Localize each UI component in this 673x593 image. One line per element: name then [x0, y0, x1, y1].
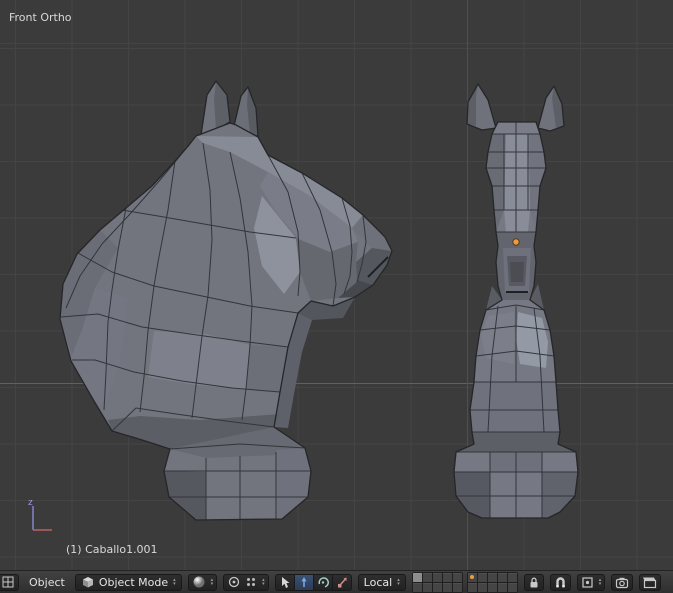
orientation-dropdown[interactable]: Local ▴▾: [358, 574, 406, 591]
align-icon: [245, 576, 257, 588]
dropdown-arrows-icon: ▴▾: [397, 578, 400, 586]
object-menu[interactable]: Object: [25, 576, 69, 589]
viewport-header: Object Object Mode ▴▾ ▴▾: [0, 570, 673, 593]
manipulator-hand-icon: [279, 576, 291, 589]
object-origin-dot: [513, 239, 519, 245]
render-still-button[interactable]: [611, 574, 633, 591]
translate-icon: [298, 576, 310, 589]
lock-button[interactable]: [524, 574, 544, 591]
layer-cell[interactable]: [443, 583, 452, 592]
layer-cell[interactable]: [488, 573, 497, 582]
snap-element-icon: [581, 576, 594, 589]
dropdown-arrows-icon: ▴▾: [173, 578, 176, 586]
layer-cell[interactable]: [468, 573, 477, 582]
dropdown-arrows-icon: ▴▾: [211, 578, 214, 586]
mode-dropdown-label: Object Mode: [99, 576, 168, 589]
snap-magnet-button[interactable]: [550, 574, 571, 591]
layer-cell[interactable]: [413, 583, 422, 592]
lock-icon: [528, 576, 540, 589]
layer-cell[interactable]: [478, 583, 487, 592]
layer-cell[interactable]: [468, 583, 477, 592]
render-anim-button[interactable]: [639, 574, 661, 591]
shading-sphere-icon: [192, 575, 206, 589]
layer-cell[interactable]: [478, 573, 487, 582]
layers-group: [467, 572, 518, 593]
axis-z-label: z: [28, 498, 33, 508]
layer-cell[interactable]: [498, 583, 507, 592]
layer-cell[interactable]: [433, 583, 442, 592]
layers-group: [412, 572, 463, 593]
layer-cell[interactable]: [453, 573, 462, 582]
layer-cell[interactable]: [423, 573, 432, 582]
layer-cell[interactable]: [453, 583, 462, 592]
layer-cell[interactable]: [508, 583, 517, 592]
pivot-icon: [227, 575, 241, 589]
rotate-icon: [317, 576, 329, 589]
translate-manipulator-button[interactable]: [295, 574, 314, 591]
rotate-manipulator-button[interactable]: [314, 574, 333, 591]
layer-cell[interactable]: [443, 573, 452, 582]
render-still-icon: [615, 576, 629, 589]
layer-cell[interactable]: [498, 573, 507, 582]
shading-dropdown[interactable]: ▴▾: [188, 574, 218, 591]
view-label: Front Ortho: [9, 11, 72, 24]
snap-element-dropdown[interactable]: ▴▾: [577, 574, 606, 591]
scene-meshes: [0, 0, 673, 570]
orientation-dropdown-label: Local: [364, 576, 393, 589]
layer-cell[interactable]: [433, 573, 442, 582]
dropdown-arrows-icon: ▴▾: [599, 578, 602, 586]
pivot-dropdown[interactable]: ▴▾: [223, 574, 269, 591]
viewport-3d[interactable]: Front Ortho z (1) Caballo1.001: [0, 0, 673, 570]
mini-axis-gizmo: z: [18, 496, 58, 540]
layer-cell[interactable]: [423, 583, 432, 592]
horse-head-side-mesh[interactable]: [60, 81, 392, 520]
magnet-icon: [554, 576, 567, 589]
dropdown-arrows-icon: ▴▾: [262, 578, 265, 586]
layers-widget: [412, 572, 518, 593]
editor-type-button[interactable]: [0, 574, 19, 591]
scale-manipulator-button[interactable]: [333, 574, 352, 591]
scale-icon: [336, 576, 348, 589]
mode-cube-icon: [81, 575, 95, 589]
manipulator-toggle-button[interactable]: [275, 574, 295, 591]
mode-dropdown[interactable]: Object Mode ▴▾: [75, 574, 182, 591]
layer-cell[interactable]: [508, 573, 517, 582]
manipulator-group: [275, 574, 352, 591]
object-info-label: (1) Caballo1.001: [66, 543, 158, 556]
layer-cell[interactable]: [413, 573, 422, 582]
blender-window: Front Ortho z (1) Caballo1.001 Object Ob…: [0, 0, 673, 593]
layer-cell[interactable]: [488, 583, 497, 592]
render-anim-icon: [643, 576, 657, 589]
editor-type-icon: [1, 575, 15, 589]
horse-head-front-mesh[interactable]: [454, 84, 578, 518]
